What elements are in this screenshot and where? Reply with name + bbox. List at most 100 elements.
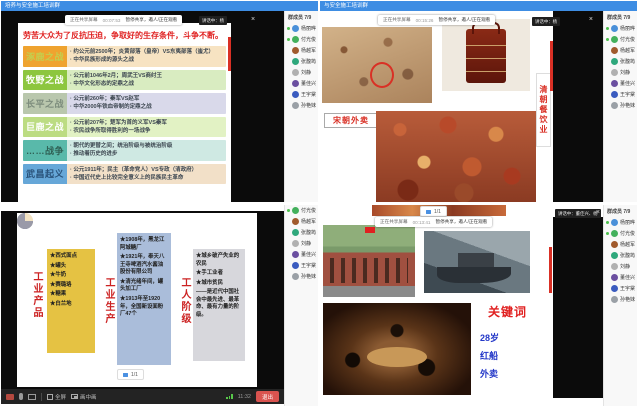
- close-icon[interactable]: ×: [589, 16, 593, 23]
- member-name: 张馥筠: [301, 229, 316, 236]
- fullscreen-button[interactable]: 全屏: [47, 393, 66, 401]
- member-avatar: [292, 218, 299, 225]
- battle-desc-line2: 推动着历史的进步: [70, 150, 223, 158]
- battle-name: 长平之战: [23, 93, 67, 114]
- pip-icon: [71, 394, 78, 399]
- member-row[interactable]: 刘静: [604, 67, 637, 78]
- member-avatar: [292, 69, 299, 76]
- battle-desc: 公元前207年；楚军为首的义军VS秦军 农民战争所取得胜利的一场战争: [67, 117, 226, 138]
- meeting-table-graphic: [367, 347, 426, 367]
- scroll-indicator[interactable]: [228, 37, 231, 71]
- pause-share-control[interactable]: 暂停共享，邀人/正在观看: [435, 219, 487, 225]
- member-row[interactable]: 董佳兴: [604, 272, 637, 283]
- screen-icon[interactable]: [28, 394, 36, 400]
- member-row[interactable]: 杨越军: [285, 45, 318, 56]
- pause-share-control[interactable]: 暂停共享，邀人/正在观看: [125, 17, 177, 23]
- group-window-titlebar: 培养与安全施工培训群: [1, 1, 318, 11]
- member-row[interactable]: 董佳兴: [604, 78, 637, 89]
- share-status-bar: 正在共享屏幕 00:07:53 暂停共享，邀人/正在观看: [65, 15, 182, 25]
- industry-item: ★手工业者: [196, 270, 242, 278]
- member-row[interactable]: 付光俊: [285, 205, 318, 216]
- member-row[interactable]: 王宇棠: [604, 89, 637, 100]
- battle-desc-line2: 中华民族形成的源头之战: [70, 56, 223, 64]
- scroll-indicator[interactable]: [550, 41, 553, 91]
- member-row[interactable]: 杨丽晔: [285, 23, 318, 34]
- battle-desc-line2: 中华文化形态的定鼎之战: [70, 80, 223, 88]
- member-avatar: [611, 36, 618, 43]
- pip-button[interactable]: 画中画: [71, 393, 97, 401]
- battle-desc-line1: 公元前1046年2月；周武王VS商纣王: [70, 72, 223, 80]
- member-row[interactable]: 付光俊: [604, 34, 637, 45]
- camera-icon[interactable]: [6, 394, 14, 400]
- battle-name: 牧野之战: [23, 70, 67, 91]
- member-avatar: [292, 273, 299, 280]
- member-avatar: [292, 207, 299, 214]
- member-row[interactable]: 刘静: [285, 67, 318, 78]
- member-row[interactable]: 杨越军: [285, 216, 318, 227]
- member-name: 董佳兴: [620, 80, 635, 87]
- member-row[interactable]: 孙艳妹: [604, 100, 637, 111]
- industry-item: ★1913年至1920年，全国新设面粉厂47个: [120, 296, 168, 319]
- member-row[interactable]: 刘静: [285, 238, 318, 249]
- member-row[interactable]: 张馥筠: [285, 227, 318, 238]
- microphone-icon[interactable]: [19, 393, 23, 400]
- scroll-indicator[interactable]: [549, 247, 552, 293]
- member-row[interactable]: 孙艳妹: [604, 294, 637, 305]
- member-row[interactable]: 付光俊: [604, 228, 637, 239]
- member-row[interactable]: 杨丽晔: [604, 217, 637, 228]
- battle-desc-line1: 朝代的更替之间；统治阶级与被统治阶级: [70, 142, 223, 150]
- share-timer: 00:07:53: [103, 18, 121, 23]
- screenshot-collage: 培养与安全施工培训群 正在共享屏幕 00:07:53 暂停共享，邀人/正在观看 …: [0, 0, 638, 407]
- member-row[interactable]: 董佳兴: [285, 78, 318, 89]
- industry-item: ★牛奶: [50, 272, 92, 280]
- member-avatar: [611, 47, 618, 54]
- member-avatar: [292, 251, 299, 258]
- close-icon[interactable]: ×: [251, 16, 255, 23]
- member-avatar: [292, 229, 299, 236]
- member-row[interactable]: 杨越军: [604, 239, 637, 250]
- online-dot-icon: [606, 221, 609, 224]
- meeting-toolbar: 全屏 画中画 11:32 退出: [1, 389, 284, 404]
- member-row[interactable]: 孙艳妹: [285, 271, 318, 282]
- battle-desc-line1: 公元前207年；楚军为首的义军VS秦军: [70, 119, 223, 127]
- letterbox-column: 讲话中：董佳兴、杨 ×: [553, 205, 603, 398]
- member-row[interactable]: 董佳兴: [285, 249, 318, 260]
- member-row[interactable]: 刘静: [604, 261, 637, 272]
- boat-hull-graphic: [437, 267, 511, 283]
- member-row[interactable]: 张馥筠: [285, 56, 318, 67]
- member-avatar: [292, 36, 299, 43]
- member-name: 王宇棠: [620, 91, 635, 98]
- member-avatar: [611, 274, 618, 281]
- industry-item: ★城乡破产失业的农民: [196, 253, 242, 268]
- pause-share-control[interactable]: 暂停共享，邀人/正在观看: [438, 17, 490, 23]
- member-name: 王宇棠: [620, 285, 635, 292]
- exit-button[interactable]: 退出: [256, 391, 279, 402]
- member-row[interactable]: 王宇棠: [285, 89, 318, 100]
- member-avatar: [611, 285, 618, 292]
- screen-share-viewer: 1/1 正在共享屏幕 00:13:41 暂停共享，邀人/正在观看 讲话中：董佳兴…: [320, 205, 603, 406]
- industry-item: ★糖果: [50, 291, 92, 299]
- industry-item: ★西式面点: [50, 253, 92, 261]
- production-box: ★1908年，黑龙江阿城糖厂★1921年，奉天八王寺啤酒汽水酱油股份有限公司★清…: [117, 233, 171, 365]
- battle-row: 武昌起义 公元1911年；民主（革命党人）VS专政（清政府） 中国近代史上比较完…: [23, 164, 226, 185]
- lacquer-foodbox-image: [442, 19, 530, 91]
- member-row[interactable]: 杨越军: [604, 45, 637, 56]
- member-row[interactable]: 王宇棠: [604, 283, 637, 294]
- page-number: 1/1: [434, 209, 441, 215]
- member-row[interactable]: 杨丽晔: [604, 23, 637, 34]
- member-row[interactable]: 张馥筠: [604, 250, 637, 261]
- keyword-item: 外卖: [480, 367, 498, 380]
- member-avatar: [611, 296, 618, 303]
- products-box: ★西式面点★罐头★牛奶★赛璐珞★糖果★白兰地: [47, 249, 95, 353]
- member-name: 刘静: [620, 263, 630, 270]
- member-row[interactable]: 付光俊: [285, 34, 318, 45]
- close-icon[interactable]: ×: [596, 209, 600, 216]
- member-row[interactable]: 孙艳妹: [285, 100, 318, 111]
- member-row[interactable]: 王宇棠: [285, 260, 318, 271]
- member-row[interactable]: 张馥筠: [604, 56, 637, 67]
- battle-desc-line2: 中国近代史上比较完全意义上的民族民主革命: [70, 174, 223, 182]
- members-header: 群成员 7/9: [604, 11, 637, 23]
- members-header: 群成员 7/9: [604, 205, 637, 217]
- member-avatar: [611, 241, 618, 248]
- member-avatar: [292, 240, 299, 247]
